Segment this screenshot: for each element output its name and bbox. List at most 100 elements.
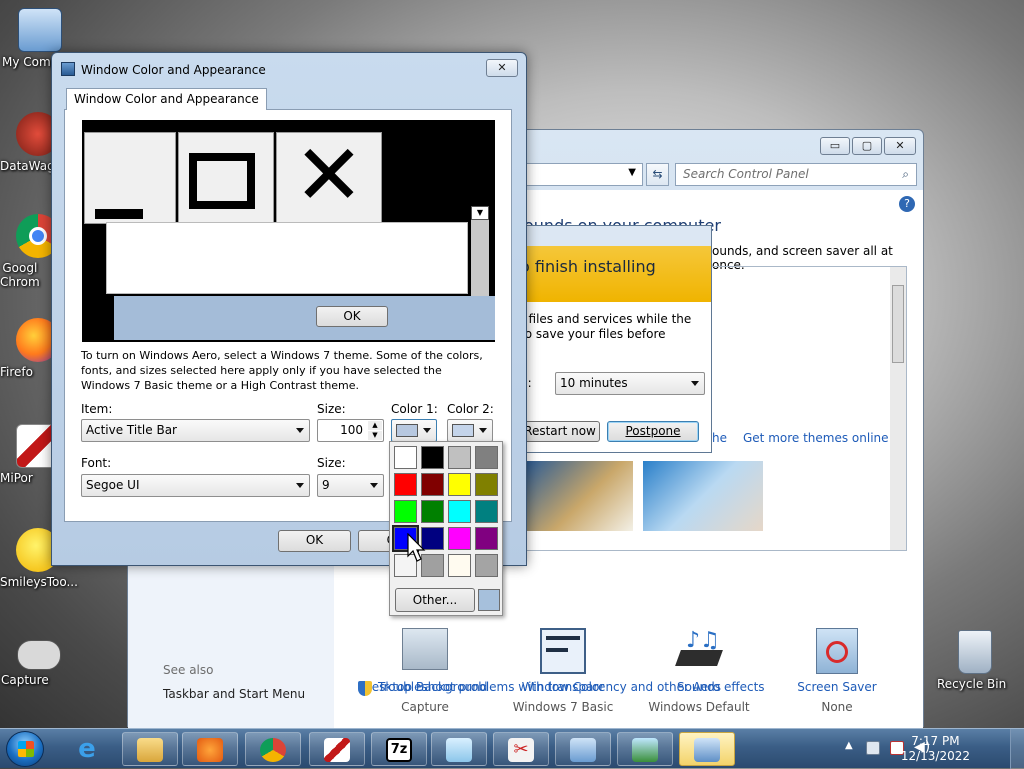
taskbar-snipping-tool[interactable]: ✂ <box>493 732 549 766</box>
color-swatch[interactable] <box>448 473 471 496</box>
color-swatch[interactable] <box>448 500 471 523</box>
windows-logo-icon <box>18 741 34 757</box>
desktop-background-subtitle: Capture <box>401 700 449 714</box>
color2-button[interactable] <box>447 419 493 442</box>
mipony-icon <box>324 738 350 762</box>
color-swatch[interactable] <box>448 527 471 550</box>
help-icon[interactable]: ? <box>899 196 915 212</box>
taskbar-notepad[interactable] <box>431 732 487 766</box>
notepad-icon <box>446 738 472 762</box>
desktop-icon-recycle-bin[interactable]: Recycle Bin <box>937 630 1013 691</box>
color-swatch[interactable] <box>421 500 444 523</box>
color-swatch[interactable] <box>475 473 498 496</box>
bottom-item-desktop-background[interactable]: Desktop Background Capture <box>357 628 493 720</box>
scrollbar[interactable] <box>890 267 906 550</box>
refresh-button[interactable]: ⇆ <box>646 163 669 186</box>
color-swatch[interactable] <box>475 527 498 550</box>
bottom-item-sounds[interactable]: ♪♫ Sounds Windows Default <box>631 628 767 720</box>
show-desktop-button[interactable] <box>1010 729 1024 769</box>
color-swatch[interactable] <box>421 473 444 496</box>
chevron-down-icon <box>423 428 431 433</box>
capture-icon <box>17 640 61 670</box>
theme-thumbnail-1[interactable] <box>525 461 633 531</box>
taskbar-personalization[interactable] <box>679 732 735 766</box>
get-more-themes-link[interactable]: Get more themes online <box>743 431 889 445</box>
theme-thumbnail-2[interactable] <box>643 461 763 531</box>
item-size-input[interactable]: 100 ▲ ▼ <box>317 419 384 442</box>
appearance-preview[interactable]: ✕ ▼ OK <box>82 120 495 342</box>
chevron-down-icon[interactable]: ▼ <box>628 167 636 178</box>
taskbar-control-panel[interactable] <box>555 732 611 766</box>
color-swatch[interactable] <box>475 446 498 469</box>
chevron-down-icon <box>296 428 304 433</box>
taskbar-link[interactable]: Taskbar and Start Menu <box>163 687 305 701</box>
item-select-value: Active Title Bar <box>86 423 177 437</box>
color-swatch[interactable] <box>394 500 417 523</box>
minimize-button[interactable]: ▭ <box>820 137 850 155</box>
taskbar-chrome[interactable] <box>245 732 301 766</box>
color-swatch[interactable] <box>475 500 498 523</box>
desktop-icon-label: Capture <box>1 673 49 687</box>
custom-color-swatch[interactable] <box>478 589 500 611</box>
taskbar-media-player[interactable] <box>182 732 238 766</box>
taskbar-ie-icon[interactable]: e <box>70 735 104 763</box>
other-color-button[interactable]: Other... <box>395 588 475 612</box>
chevron-down-icon <box>479 428 487 433</box>
desktop-icon-label: Googl Chrom <box>0 261 40 289</box>
scissors-icon: ✂ <box>508 738 534 762</box>
postpone-button[interactable]: Postpone <box>607 421 699 442</box>
update-text-line-2: to save your files before <box>520 327 666 341</box>
color-swatch[interactable] <box>394 446 417 469</box>
tab-window-color-appearance[interactable]: Window Color and Appearance <box>66 88 267 110</box>
troubleshoot-row[interactable]: Troubleshoot problems with transparency … <box>358 680 858 698</box>
color1-button[interactable] <box>391 419 437 442</box>
remind-select[interactable]: 10 minutes <box>555 372 705 395</box>
preview-ok-button: OK <box>316 306 388 327</box>
scroll-thumb[interactable] <box>892 285 904 363</box>
start-button[interactable] <box>6 731 44 767</box>
taskbar-mipony[interactable] <box>309 732 365 766</box>
color2-label: Color 2: <box>447 402 494 416</box>
color-swatch[interactable] <box>421 446 444 469</box>
sounds-subtitle: Windows Default <box>648 700 750 714</box>
taskbar-explorer[interactable] <box>122 732 178 766</box>
bottom-item-window-color[interactable]: Window Color Windows 7 Basic <box>495 628 631 720</box>
color-swatch[interactable] <box>475 554 498 577</box>
control-panel-icon <box>570 738 596 762</box>
color-swatch[interactable] <box>448 554 471 577</box>
desktop-icon-label: Firefo <box>0 365 33 379</box>
screen-saver-icon <box>816 628 858 674</box>
network-icon[interactable] <box>866 741 880 755</box>
color-swatch[interactable] <box>394 473 417 496</box>
dialog-close-button[interactable]: ✕ <box>486 59 518 77</box>
bottom-item-screen-saver[interactable]: Screen Saver None <box>769 628 905 720</box>
taskbar-7zip[interactable]: 7z <box>371 732 427 766</box>
update-text-line-1: t files and services while the <box>520 312 692 326</box>
spinner-up-icon[interactable]: ▲ <box>368 421 382 430</box>
color-swatch[interactable] <box>448 446 471 469</box>
preview-minimize-button <box>84 132 176 224</box>
recycle-bin-icon <box>958 630 992 674</box>
item-select[interactable]: Active Title Bar <box>81 419 310 442</box>
theme-link[interactable]: he <box>712 431 727 445</box>
desktop-icon-my-computer[interactable]: My Comp <box>2 8 78 69</box>
ok-button[interactable]: OK <box>278 530 351 552</box>
close-icon: ✕ <box>497 61 507 74</box>
restart-now-button[interactable]: Restart now <box>520 421 600 442</box>
maximize-button[interactable]: ▢ <box>852 137 882 155</box>
taskbar-update[interactable] <box>617 732 673 766</box>
desktop-icon-capture[interactable]: Capture <box>1 640 77 687</box>
preview-close-button: ✕ <box>276 132 382 224</box>
search-input[interactable]: Search Control Panel ⌕ <box>675 163 917 186</box>
tray-expand-icon[interactable]: ▲ <box>845 740 853 751</box>
preview-scroll-box: ▼ <box>471 206 489 296</box>
font-size-select[interactable]: 9 <box>317 474 384 497</box>
desktop-icon-label: MiPor <box>0 471 33 485</box>
font-select[interactable]: Segoe UI <box>81 474 310 497</box>
close-button[interactable]: ✕ <box>884 137 916 155</box>
chrome-icon <box>260 738 286 762</box>
desktop-icon-label: DataWag <box>0 159 55 173</box>
clock[interactable]: 7:17 PM 12/13/2022 <box>901 734 970 764</box>
spinner-down-icon[interactable]: ▼ <box>368 431 382 440</box>
troubleshoot-link[interactable]: Troubleshoot problems with transparency … <box>378 680 765 694</box>
